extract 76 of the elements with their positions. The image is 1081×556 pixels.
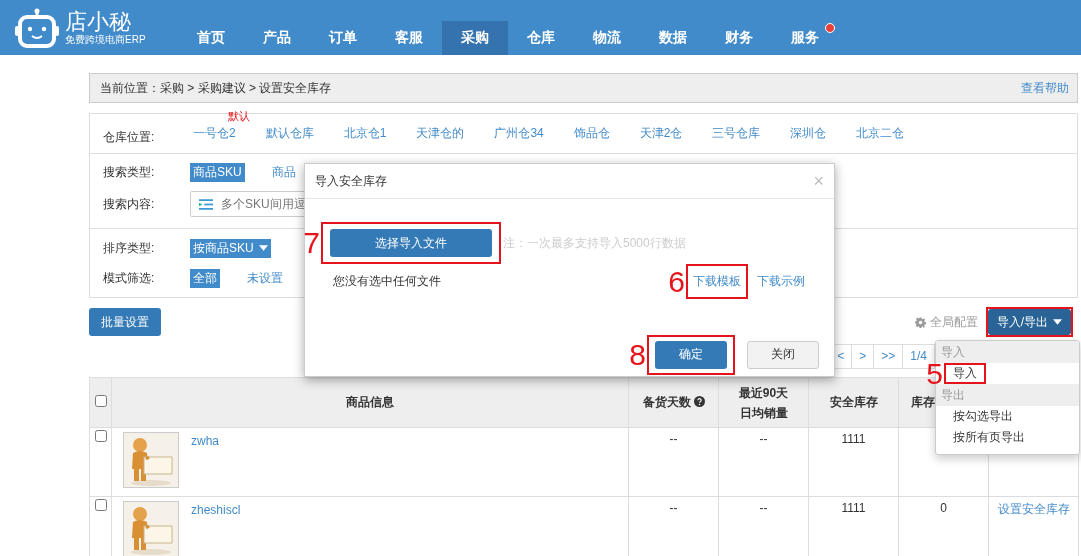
filter-label: 搜索类型: bbox=[103, 163, 156, 181]
checkbox[interactable] bbox=[94, 430, 107, 442]
warehouse-option[interactable]: 北京仓1 bbox=[340, 124, 390, 143]
batch-settings-button[interactable]: 批量设置 bbox=[89, 308, 161, 336]
close-dialog-button[interactable]: 关闭 bbox=[747, 340, 819, 369]
filter-label: 排序类型: bbox=[103, 239, 156, 257]
nav-tab[interactable]: 采购 bbox=[442, 21, 508, 55]
choose-file-button[interactable]: 选择导入文件 bbox=[330, 229, 492, 257]
pagination-button[interactable]: > bbox=[851, 344, 875, 369]
column-header: 库存 bbox=[911, 395, 935, 409]
warehouse-option[interactable]: 饰品仓 bbox=[570, 124, 613, 143]
filter-option[interactable]: 未设置 bbox=[244, 268, 286, 288]
checkbox[interactable] bbox=[94, 395, 107, 407]
column-header: 最近90天 bbox=[737, 384, 790, 402]
nav-tab[interactable]: 订单 bbox=[310, 21, 376, 55]
column-header: 备货天数 bbox=[642, 395, 691, 409]
logo-tagline: 免费跨境电商ERP bbox=[65, 33, 146, 46]
warehouse-option[interactable]: 广州仓34 bbox=[491, 124, 547, 143]
warehouse-option[interactable]: 天津2仓 bbox=[636, 124, 686, 143]
menu-group-header: 导出 bbox=[936, 384, 1079, 406]
menu-item[interactable]: 导入 bbox=[953, 365, 977, 382]
dialog-title: 导入安全库存 bbox=[315, 172, 387, 190]
table-cell: 1111 bbox=[808, 427, 899, 497]
nav-tab[interactable]: 客服 bbox=[376, 21, 442, 55]
caret-icon bbox=[1053, 319, 1062, 325]
help-link[interactable]: 查看帮助 bbox=[1021, 79, 1069, 97]
confirm-button[interactable]: 确定 bbox=[655, 340, 727, 369]
list-icon bbox=[199, 198, 213, 210]
warehouse-option[interactable]: 一号仓2 bbox=[190, 124, 239, 143]
default-tag: 默认 bbox=[228, 109, 250, 124]
nav-tab[interactable]: 产品 bbox=[244, 21, 310, 55]
sku-link[interactable]: zwha bbox=[191, 432, 219, 448]
nav-tab[interactable]: 服务 bbox=[772, 21, 838, 55]
nav-tab[interactable]: 首页 bbox=[178, 21, 244, 55]
filter-label: 仓库位置: bbox=[103, 128, 156, 146]
caret-icon bbox=[258, 245, 268, 251]
step-number: 8 bbox=[629, 339, 646, 370]
nav-tab[interactable]: 财务 bbox=[706, 21, 772, 55]
pagination-button[interactable]: >> bbox=[873, 344, 904, 369]
checkbox[interactable] bbox=[94, 499, 107, 511]
breadcrumb: 当前位置：采购 > 采购建议 > 设置安全库存 bbox=[100, 79, 332, 97]
nav-tab[interactable]: 数据 bbox=[640, 21, 706, 55]
warehouse-option[interactable]: 深圳仓 bbox=[787, 124, 830, 143]
sku-link[interactable]: zheshiscl bbox=[191, 501, 241, 517]
filter-option[interactable]: 商品SKU bbox=[190, 162, 245, 182]
table-cell: -- bbox=[718, 427, 809, 497]
column-header: 商品信息 bbox=[346, 395, 394, 409]
warehouse-option[interactable]: 天津仓的 bbox=[413, 124, 468, 143]
download-link[interactable]: 下载示例 bbox=[757, 273, 805, 290]
step-number: 7 bbox=[303, 228, 320, 258]
step-number: 6 bbox=[668, 266, 685, 297]
menu-group-header: 导入 bbox=[936, 341, 1079, 363]
nav-tab[interactable]: 物流 bbox=[574, 21, 640, 55]
filter-label: 搜索内容: bbox=[103, 195, 156, 213]
settings-icon bbox=[914, 316, 926, 328]
column-header: 安全库存 bbox=[829, 395, 878, 409]
download-link[interactable]: 下载模板 bbox=[693, 273, 741, 290]
robot-logo-icon bbox=[15, 7, 59, 48]
column-header: 日均销量 bbox=[738, 404, 789, 422]
filter-option[interactable]: 全部 bbox=[190, 268, 220, 288]
logo-name: 店小秘 bbox=[65, 9, 132, 34]
close-button[interactable]: × bbox=[813, 170, 824, 192]
menu-item[interactable]: 按所有页导出 bbox=[953, 429, 1025, 446]
warehouse-option[interactable]: 默认仓库 bbox=[262, 124, 317, 143]
set-safety-stock-link[interactable]: 设置安全库存 bbox=[997, 502, 1070, 516]
warehouse-option[interactable]: 北京二仓 bbox=[853, 124, 908, 143]
filter-option[interactable]: 商品 bbox=[268, 162, 299, 182]
warehouse-option[interactable]: 三号仓库 bbox=[709, 124, 764, 143]
nav-tab[interactable]: 仓库 bbox=[508, 21, 574, 55]
settings-link[interactable]: 全局配置 bbox=[914, 313, 978, 331]
table-cell: -- bbox=[628, 427, 719, 497]
menu-item[interactable]: 按勾选导出 bbox=[953, 408, 1013, 425]
file-status: 您没有选中任何文件 bbox=[333, 273, 441, 290]
sort-option[interactable]: 按商品SKU bbox=[190, 238, 271, 258]
filter-label: 模式筛选: bbox=[103, 269, 156, 287]
import-export-button[interactable]: 导入/导出 bbox=[987, 309, 1071, 335]
